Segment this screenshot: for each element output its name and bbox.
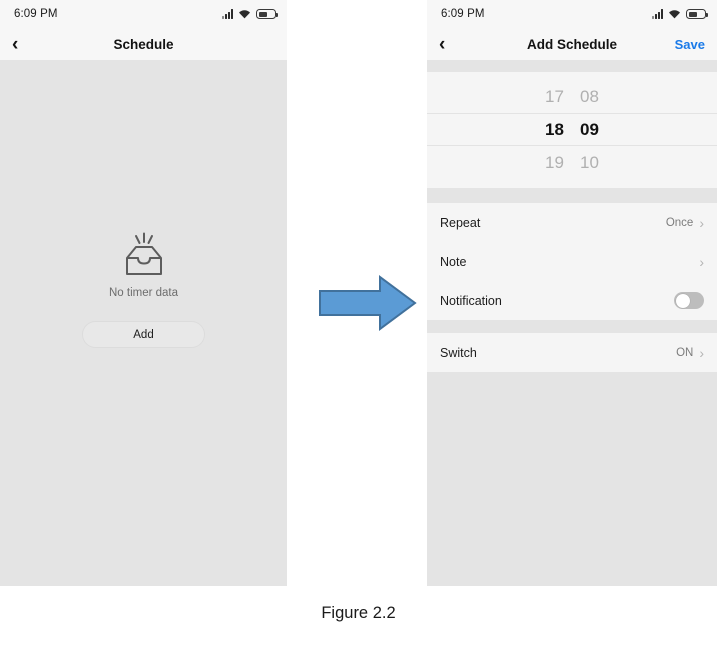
save-button[interactable]: Save <box>675 37 705 52</box>
list-item-switch[interactable]: Switch ON › <box>427 333 717 372</box>
row-value: ON <box>676 346 694 359</box>
picker-row[interactable]: 17 08 <box>427 80 717 113</box>
settings-group-2: Switch ON › <box>427 333 717 372</box>
status-time: 6:09 PM <box>14 8 58 20</box>
wifi-icon <box>668 9 681 19</box>
chevron-right-icon: › <box>699 214 704 231</box>
signal-icon <box>652 9 663 19</box>
picker-row[interactable]: 19 10 <box>427 146 717 179</box>
status-bar: 6:09 PM <box>427 0 717 28</box>
row-label: Notification <box>440 293 502 308</box>
picker-minute[interactable]: 09 <box>577 120 602 140</box>
figure-page: 6:09 PM ‹ Schedule No timer data Add 6:0… <box>0 0 717 647</box>
empty-state: No timer data Add <box>0 232 287 348</box>
page-title: Schedule <box>113 36 174 52</box>
figure-caption: Figure 2.2 <box>321 604 396 622</box>
picker-hour[interactable]: 18 <box>542 120 567 140</box>
row-label: Switch <box>440 345 477 360</box>
row-label: Repeat <box>440 215 481 230</box>
picker-minute[interactable]: 10 <box>577 153 602 173</box>
page-title: Add Schedule <box>526 36 617 52</box>
section-gap-1 <box>427 188 717 203</box>
chevron-right-icon: › <box>699 253 704 270</box>
list-item-repeat[interactable]: Repeat Once › <box>427 203 717 242</box>
picker-row-selected[interactable]: 18 09 <box>427 113 717 146</box>
phone-screen-schedule: 6:09 PM ‹ Schedule No timer data Add <box>0 0 287 586</box>
row-value: Once <box>665 216 694 229</box>
battery-icon <box>256 8 278 20</box>
settings-group-1: Repeat Once › Note › Notification <box>427 203 717 320</box>
wifi-icon <box>238 9 251 19</box>
battery-icon <box>686 8 708 20</box>
back-button[interactable]: ‹ <box>439 35 461 54</box>
section-gap-2 <box>427 320 717 333</box>
inbox-icon <box>116 232 172 276</box>
section-gap-bottom <box>427 372 717 572</box>
row-label: Note <box>440 254 467 269</box>
list-item-note[interactable]: Note › <box>427 242 717 281</box>
right-arrow-icon <box>318 274 418 332</box>
signal-icon <box>222 9 233 19</box>
picker-minute[interactable]: 08 <box>577 87 602 107</box>
phone-screen-add-schedule: 6:09 PM ‹ Add Schedule Save 17 08 18 09 <box>427 0 717 586</box>
notification-toggle[interactable] <box>674 292 704 309</box>
add-button[interactable]: Add <box>82 321 205 348</box>
back-button[interactable]: ‹ <box>12 35 34 54</box>
time-picker[interactable]: 17 08 18 09 19 10 <box>427 72 717 188</box>
nav-bar: ‹ Schedule <box>0 28 287 60</box>
nav-bar: ‹ Add Schedule Save <box>427 28 717 60</box>
picker-hour[interactable]: 19 <box>542 153 567 173</box>
list-item-notification[interactable]: Notification <box>427 281 717 320</box>
empty-state-text: No timer data <box>108 287 179 299</box>
section-gap-top <box>427 60 717 72</box>
schedule-empty-body: No timer data Add <box>0 60 287 586</box>
picker-hour[interactable]: 17 <box>542 87 567 107</box>
status-icons <box>652 8 708 20</box>
status-bar: 6:09 PM <box>0 0 287 28</box>
chevron-right-icon: › <box>699 344 704 361</box>
status-icons <box>222 8 278 20</box>
status-time: 6:09 PM <box>441 8 485 20</box>
